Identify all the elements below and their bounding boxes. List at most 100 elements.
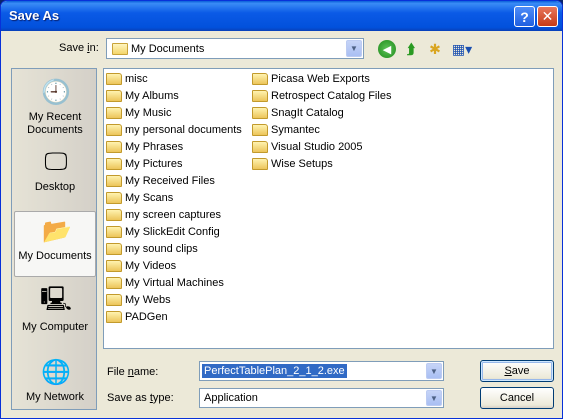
close-button[interactable]: ✕ — [537, 6, 558, 27]
folder-item[interactable]: my sound clips — [106, 241, 198, 257]
folder-icon — [106, 294, 122, 306]
folder-icon — [106, 141, 122, 153]
folder-label: Wise Setups — [271, 158, 333, 170]
place-my-network[interactable]: 🌐 My Network — [14, 353, 96, 418]
file-name-value[interactable]: PerfectTablePlan_2_1_2.exe — [202, 364, 347, 378]
folder-icon — [252, 107, 268, 119]
place-label: My Recent Documents — [27, 111, 83, 136]
save-button[interactable]: Save — [480, 360, 554, 382]
folder-icon — [106, 226, 122, 238]
help-button[interactable]: ? — [514, 6, 535, 27]
folder-item[interactable]: my personal documents — [106, 122, 242, 138]
folder-label: My Received Files — [125, 175, 215, 187]
place-my-recent-documents[interactable]: 🕘 My Recent Documents — [14, 73, 96, 139]
folder-icon — [106, 277, 122, 289]
folder-item[interactable]: My Scans — [106, 190, 173, 206]
desktop-icon: 🖵 — [44, 148, 68, 175]
chevron-down-icon[interactable]: ▼ — [426, 390, 442, 406]
place-desktop[interactable]: 🖵 Desktop — [14, 143, 96, 209]
folder-item[interactable]: Wise Setups — [252, 156, 333, 172]
folder-icon — [106, 90, 122, 102]
folder-icon — [106, 192, 122, 204]
close-icon: ✕ — [541, 8, 554, 24]
folder-item[interactable]: My Videos — [106, 258, 176, 274]
folder-label: Picasa Web Exports — [271, 73, 370, 85]
folder-label: My Phrases — [125, 141, 184, 153]
my-computer-icon: 🖳 — [39, 285, 73, 313]
chevron-down-icon[interactable]: ▼ — [426, 363, 442, 379]
folder-icon — [252, 158, 268, 170]
window-title: Save As — [9, 8, 60, 23]
new-folder-icon[interactable]: ✱ — [426, 40, 444, 58]
places-bar: 🕘 My Recent Documents 🖵 Desktop 📂 My Doc… — [11, 68, 97, 410]
folder-icon — [106, 243, 122, 255]
folder-label: my sound clips — [125, 243, 198, 255]
up-folder-icon[interactable]: ⮭ — [402, 40, 420, 58]
save-in-label: Save in: — [59, 42, 99, 54]
folder-item[interactable]: my screen captures — [106, 207, 221, 223]
my-documents-small-icon — [112, 43, 128, 55]
place-my-computer[interactable]: 🖳 My Computer — [14, 283, 96, 349]
folder-label: My Music — [125, 107, 172, 119]
place-label: My Documents — [18, 250, 92, 262]
folder-item[interactable]: My Received Files — [106, 173, 215, 189]
folder-item[interactable]: Visual Studio 2005 — [252, 139, 363, 155]
save-in-dropdown[interactable]: My Documents ▼ — [106, 38, 364, 59]
save-as-dialog: Save As ? ✕ Save in: My Documents ▼ ◀ ⮭ … — [0, 0, 563, 419]
folder-item[interactable]: My Music — [106, 105, 171, 121]
folder-icon — [106, 175, 122, 187]
folder-icon — [106, 209, 122, 221]
folder-item[interactable]: SnagIt Catalog — [252, 105, 344, 121]
cancel-button[interactable]: Cancel — [480, 387, 554, 409]
place-my-documents[interactable]: 📂 My Documents — [14, 211, 96, 277]
folder-label: PADGen — [125, 311, 168, 323]
folder-item[interactable]: Picasa Web Exports — [252, 71, 370, 87]
folder-label: SnagIt Catalog — [271, 107, 344, 119]
file-name-input[interactable]: PerfectTablePlan_2_1_2.exe ▼ — [199, 361, 444, 381]
folder-item[interactable]: misc — [106, 71, 148, 87]
folder-label: My Scans — [125, 192, 174, 204]
folder-label: my screen captures — [125, 209, 221, 221]
folder-label: Symantec — [271, 124, 320, 136]
place-label: My Computer — [21, 321, 89, 333]
save-as-type-value: Application — [204, 392, 258, 404]
folder-icon — [106, 107, 122, 119]
folder-item[interactable]: My Pictures — [106, 156, 182, 172]
save-button-key: S — [504, 365, 512, 377]
folder-label: Visual Studio 2005 — [271, 141, 363, 153]
save-button-label: ave — [511, 365, 530, 377]
folder-item[interactable]: My SlickEdit Config — [106, 224, 220, 240]
my-network-icon: 🌐 — [41, 358, 71, 386]
folder-label: misc — [125, 73, 148, 85]
views-menu-icon[interactable]: ▦▾ — [450, 40, 474, 58]
folder-item[interactable]: My Albums — [106, 88, 179, 104]
folder-item[interactable]: My Webs — [106, 292, 171, 308]
my-documents-icon: 📂 — [42, 217, 72, 245]
folder-icon — [106, 124, 122, 136]
folder-item[interactable]: Retrospect Catalog Files — [252, 88, 391, 104]
save-as-type-dropdown[interactable]: Application ▼ — [199, 388, 444, 408]
save-as-type-label: Save as type: — [107, 392, 174, 404]
folder-label: My Webs — [125, 294, 171, 306]
folder-label: my personal documents — [125, 124, 242, 136]
folder-label: Retrospect Catalog Files — [271, 90, 392, 102]
folder-icon — [106, 311, 122, 323]
folder-label: My Virtual Machines — [125, 277, 224, 289]
folder-icon — [252, 90, 268, 102]
folder-item[interactable]: PADGen — [106, 309, 168, 325]
folder-label: My SlickEdit Config — [125, 226, 220, 238]
back-icon[interactable]: ◀ — [378, 40, 396, 58]
chevron-down-icon[interactable]: ▼ — [346, 40, 362, 57]
file-name-label: File name: — [107, 366, 159, 378]
folder-item[interactable]: My Phrases — [106, 139, 183, 155]
folder-item[interactable]: Symantec — [252, 122, 320, 138]
folder-icon — [106, 73, 122, 85]
title-bar[interactable]: Save As ? ✕ — [1, 1, 562, 31]
place-label: Desktop — [34, 181, 76, 193]
file-list[interactable]: misc My Albums My Music my personal documen… — [103, 68, 554, 349]
folder-label: My Videos — [125, 260, 177, 272]
folder-label: My Albums — [125, 90, 179, 102]
folder-icon — [252, 73, 268, 85]
folder-item[interactable]: My Virtual Machines — [106, 275, 224, 291]
folder-icon — [106, 158, 122, 170]
